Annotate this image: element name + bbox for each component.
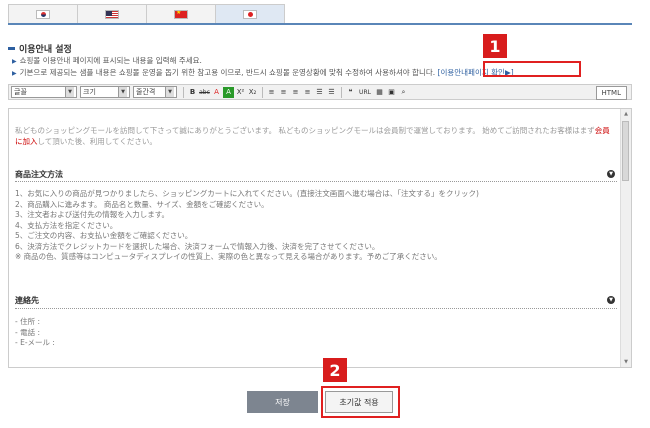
order-step-line: 6、決済方法でクレジットカードを選択した場合、決済フォームで情報入力後、決済を完…	[15, 241, 380, 251]
url-link-icon[interactable]: URL	[357, 87, 373, 98]
arrow-right-icon: ▶	[12, 58, 17, 65]
toolbar-separator	[262, 86, 263, 98]
annotation-badge-2: 2	[323, 358, 347, 382]
unordered-list-icon[interactable]: ☰	[326, 87, 337, 98]
order-step-line: 4、支払方法を指定ください。	[15, 220, 118, 230]
korea-flag-icon	[36, 10, 50, 19]
ordered-list-icon[interactable]: ☰	[314, 87, 325, 98]
collapse-toggle-icon[interactable]: ▼	[607, 170, 615, 178]
superscript-icon[interactable]: X²	[235, 87, 246, 98]
line-spacing-select[interactable]: 줄간격 ▼	[133, 86, 177, 98]
align-center-icon[interactable]: ≡	[278, 87, 289, 98]
note-2: 기본으로 제공되는 샘플 내용은 쇼핑몰 운영을 돕기 위한 참고용 이므로, …	[19, 68, 436, 77]
order-step-line: 3、注文者および送付先の情報を入力します。	[15, 210, 170, 219]
tab-korean[interactable]	[8, 4, 78, 24]
title-bar-icon	[8, 47, 15, 50]
order-step-line: 5、ご注文の内容、お支払い金額をご確認ください。	[15, 231, 193, 240]
contact-line: - 住所 :	[15, 317, 41, 326]
tab-underline	[8, 23, 632, 25]
editor-scrollbar[interactable]: ▲ ▼	[620, 109, 631, 367]
bold-icon[interactable]: B	[187, 87, 198, 98]
arrow-right-icon: ▶	[12, 70, 17, 77]
annotation-badge-1: 1	[483, 34, 507, 58]
chevron-down-icon: ▼	[65, 87, 74, 97]
order-step-line: 2、商品購入に進みます。 商品名と数量、サイズ、金額をご確認ください。	[15, 199, 269, 209]
align-right-icon[interactable]: ≡	[290, 87, 301, 98]
strikethrough-icon[interactable]: abc	[199, 87, 210, 98]
scroll-up-icon[interactable]: ▲	[621, 109, 631, 119]
table-icon[interactable]: ▦	[374, 87, 385, 98]
chevron-down-icon: ▼	[165, 87, 174, 97]
contact-heading: 連絡先 ▼	[15, 295, 615, 306]
contact-line: - E-メール :	[15, 338, 55, 347]
section-title: 이용안내 설정	[8, 42, 72, 55]
order-step-line: ※ 商品の色、質感等はコンピュータディスプレイの性質上、実際の色と異なって見える…	[15, 252, 442, 261]
collapse-toggle-icon[interactable]: ▼	[607, 296, 615, 304]
scroll-thumb[interactable]	[622, 121, 629, 181]
tab-english[interactable]	[77, 4, 147, 24]
japan-flag-icon	[243, 10, 257, 19]
editor-toolbar: 글꼴 ▼ 크기 ▼ 줄간격 ▼ B abc A A X² X₂ ≡ ≡ ≡ ≡ ☰ ☰…	[8, 84, 632, 100]
scroll-down-icon[interactable]: ▼	[621, 357, 631, 367]
chevron-down-icon: ▼	[118, 87, 127, 97]
language-tabs	[8, 4, 285, 24]
highlight-box-1	[483, 61, 581, 77]
highlight-color-icon[interactable]: A	[223, 86, 234, 98]
image-icon[interactable]: ▣	[386, 87, 397, 98]
usa-flag-icon	[105, 10, 119, 19]
toolbar-separator	[183, 86, 184, 98]
contact-line: - 電話 :	[15, 327, 41, 337]
tab-japanese[interactable]	[215, 4, 285, 24]
tab-chinese[interactable]	[146, 4, 216, 24]
search-icon[interactable]: ⌕	[398, 87, 409, 98]
align-left-icon[interactable]: ≡	[266, 87, 277, 98]
divider	[15, 308, 617, 309]
intro-text: 私どものショッピングモールを訪問して下さって誠にありがとうございます。 私どもの…	[15, 126, 610, 146]
size-select[interactable]: 크기 ▼	[80, 86, 130, 98]
quote-icon[interactable]: ❝	[345, 87, 356, 98]
contact-list: - 住所 :- 電話 :- E-メール :	[15, 317, 55, 349]
content-editor[interactable]: 私どものショッピングモールを訪問して下さって誠にありがとうございます。 私どもの…	[8, 108, 632, 368]
font-color-icon[interactable]: A	[211, 87, 222, 98]
guide-notes: ▶ 쇼핑몰 이용안내 페이지에 표시되는 내용을 입력해 주세요. ▶ 기본으로 제…	[12, 55, 514, 79]
align-justify-icon[interactable]: ≡	[302, 87, 313, 98]
divider	[15, 181, 617, 182]
save-button[interactable]: 저장	[247, 391, 318, 413]
html-mode-button[interactable]: HTML	[595, 86, 627, 100]
section-title-text: 이용안내 설정	[19, 45, 72, 55]
font-select[interactable]: 글꼴 ▼	[11, 86, 77, 98]
reset-default-button[interactable]: 초기값 적용	[325, 391, 393, 413]
toolbar-separator	[341, 86, 342, 98]
order-steps-list: 1、お気に入りの商品が見つかりましたら、ショッピングカートに入れてください。(直…	[15, 189, 479, 263]
note-1: 쇼핑몰 이용안내 페이지에 표시되는 내용을 입력해 주세요.	[19, 56, 202, 65]
subscript-icon[interactable]: X₂	[247, 87, 258, 98]
order-method-heading: 商品注文方法 ▼	[15, 169, 615, 180]
order-step-line: 1、お気に入りの商品が見つかりましたら、ショッピングカートに入れてください。(直…	[15, 189, 479, 198]
china-flag-icon	[174, 10, 188, 19]
